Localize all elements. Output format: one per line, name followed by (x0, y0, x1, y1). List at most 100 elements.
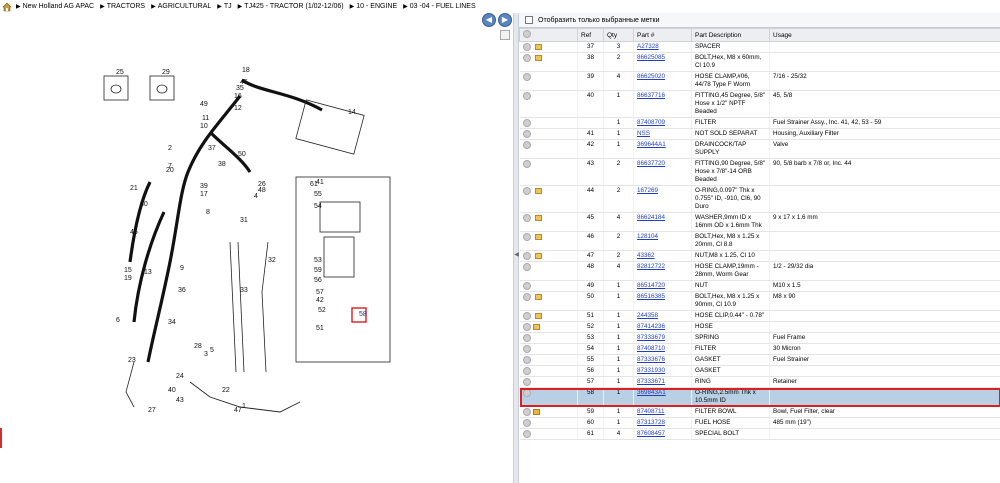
header-ref[interactable]: Ref (577, 28, 604, 42)
breadcrumb-item[interactable]: ▶ TJ425 - TRACTOR (1/02-12/06) (238, 3, 344, 10)
package-icon[interactable]: box (534, 215, 542, 221)
part-number-link[interactable]: NSS (637, 130, 650, 137)
part-number-link[interactable]: 87408709 (637, 119, 665, 126)
package-icon[interactable]: box (534, 313, 542, 319)
part-number-link[interactable]: 87333676 (637, 356, 665, 363)
row-select-icon[interactable]: dot (522, 345, 531, 353)
table-row[interactable]: dotswapbox45486624184 WASHER,9mm ID x 16m… (519, 212, 1000, 232)
table-row[interactable]: dot 57187333671 RINGRetainer (519, 376, 1000, 388)
part-number-link[interactable]: 86516385 (637, 293, 665, 300)
previous-page-button[interactable]: ◀ (482, 13, 496, 27)
row-select-icon[interactable]: dot (522, 73, 531, 81)
part-number-link[interactable]: 244358 (637, 312, 658, 319)
table-row[interactable]: dot 56187331930 GASKET (519, 365, 1000, 377)
part-number-link[interactable]: 87333671 (637, 378, 665, 385)
row-select-icon[interactable]: dot (522, 389, 531, 397)
row-select-icon[interactable]: dot (522, 419, 531, 427)
row-select-icon[interactable]: dot (522, 408, 531, 416)
part-number-link[interactable]: 87414236 (637, 323, 665, 330)
table-row[interactable]: dotfolderarrow59187408711 FILTER BOWLBowl… (519, 406, 1000, 418)
row-select-icon[interactable]: dot (522, 293, 531, 301)
diagram-scroll-thumb[interactable] (500, 30, 510, 40)
part-number-link[interactable]: 86624184 (637, 214, 665, 221)
table-row[interactable]: dotswapbox442167269 O-RING,0.097" Thk x 0… (519, 185, 1000, 213)
part-number-link[interactable]: 369644A1 (637, 141, 666, 148)
settings-icon[interactable] (523, 30, 531, 38)
part-number-link[interactable]: A27328 (637, 43, 659, 50)
table-row[interactable]: dotarrow 187408709 FILTERFuel Strainer Ass… (519, 117, 1000, 129)
table-row[interactable]: dotswapbox462128104 BOLT,Hex, M8 x 1.25 x… (519, 231, 1000, 251)
part-number-link[interactable]: 87408711 (637, 408, 665, 415)
row-select-icon[interactable]: dot (522, 54, 531, 62)
part-number-link[interactable]: 43362 (637, 252, 655, 259)
part-number-link[interactable]: 82812722 (637, 263, 665, 270)
breadcrumb-item[interactable]: ▶ New Holland AG APAC (16, 3, 94, 10)
header-qty[interactable]: Qty (603, 28, 634, 42)
row-select-icon[interactable]: dot (522, 263, 531, 271)
header-part[interactable]: Part # (633, 28, 692, 42)
row-select-icon[interactable]: dot (522, 187, 531, 195)
table-row[interactable]: dot 53187333679 SPRINGFuel Frame (519, 332, 1000, 344)
row-select-icon[interactable]: dot (522, 252, 531, 260)
part-number-link[interactable]: 87331930 (637, 367, 665, 374)
next-page-button[interactable]: ▶ (498, 13, 512, 27)
row-select-icon[interactable]: dot (522, 43, 531, 51)
package-icon[interactable]: box (534, 44, 542, 50)
table-row[interactable]: dot 411NSS NOT SOLD SEPARATHousing, Auxili… (519, 128, 1000, 140)
table-row[interactable]: dotarrow43286637720 FITTING,90 Degree, 5/… (519, 158, 1000, 186)
table-row[interactable]: dot 60187313728 FUEL HOSE485 mm (19") (519, 417, 1000, 429)
table-row[interactable]: dotswaparrow48482812722 HOSE CLAMP,19mm -… (519, 261, 1000, 281)
row-select-icon[interactable]: dot (522, 119, 531, 127)
part-number-link[interactable]: 86637716 (637, 92, 665, 99)
table-row[interactable]: dotswapbox50186516385 BOLT,Hex, M8 x 1.25… (519, 291, 1000, 311)
header-usage[interactable]: Usage (769, 28, 1000, 42)
table-row[interactable]: dotswapbox511244358 HOSE CLIP,0.44" - 0.7… (519, 310, 1000, 322)
row-select-icon[interactable]: dot (522, 282, 531, 290)
home-icon[interactable] (2, 2, 12, 12)
table-row[interactable]: dotbox52187414236HOSE (519, 321, 1000, 333)
table-row[interactable]: dotswapbox38286625085 BOLT,Hex, M8 x 60mm… (519, 52, 1000, 72)
row-select-icon[interactable]: dot (522, 334, 531, 342)
row-select-icon[interactable]: dot (522, 312, 531, 320)
row-select-icon[interactable]: dot (522, 214, 531, 222)
part-number-link[interactable]: 128104 (637, 233, 658, 240)
breadcrumb-item[interactable]: ▶ TRACTORS (100, 3, 145, 10)
table-row[interactable]: dotswap581369843A1 O-RING,2.5mm Thk x 10.… (519, 387, 1000, 407)
package-icon[interactable]: box (534, 188, 542, 194)
row-select-icon[interactable]: dot (522, 367, 531, 375)
row-select-icon[interactable]: dot (522, 356, 531, 364)
row-select-icon[interactable]: dot (522, 323, 531, 331)
package-icon[interactable]: box (532, 324, 540, 330)
row-select-icon[interactable]: dot (522, 141, 531, 149)
part-number-link[interactable]: 87408710 (637, 345, 665, 352)
show-selected-checkbox[interactable] (525, 16, 533, 24)
row-select-icon[interactable]: dot (522, 430, 531, 438)
part-number-link[interactable]: 86625020 (637, 73, 665, 80)
table-row[interactable]: dot 61487608457 SPECIAL BOLT (519, 428, 1000, 440)
part-number-link[interactable]: 369843A1 (637, 389, 666, 396)
row-select-icon[interactable]: dot (522, 130, 531, 138)
part-number-link[interactable]: 87313728 (637, 419, 665, 426)
table-row[interactable]: dotswapbox373A27328 SPACER (519, 41, 1000, 53)
row-select-icon[interactable]: dot (522, 160, 531, 168)
table-row[interactable]: dotarrow54187408710 FILTER30 Micron (519, 343, 1000, 355)
row-select-icon[interactable]: dot (522, 92, 531, 100)
breadcrumb-item[interactable]: ▶ 03 -04 - FUEL LINES (403, 3, 476, 10)
part-number-link[interactable]: 167269 (637, 187, 658, 194)
breadcrumb-item[interactable]: ▶ 10 - ENGINE (350, 3, 397, 10)
package-icon[interactable]: box (534, 55, 542, 61)
row-select-icon[interactable]: dot (522, 233, 531, 241)
folder-icon[interactable]: folder (532, 409, 540, 415)
part-number-link[interactable]: 87333679 (637, 334, 665, 341)
table-row[interactable]: dotarrow40186637716 FITTING,45 Degree, 5/… (519, 90, 1000, 118)
breadcrumb-item[interactable]: ▶ AGRICULTURAL (151, 3, 211, 10)
breadcrumb-item[interactable]: ▶ TJ (217, 3, 231, 10)
package-icon[interactable]: box (534, 234, 542, 240)
part-number-link[interactable]: 86637720 (637, 160, 665, 167)
table-row[interactable]: dotswaparrow49186514720 NUTM10 x 1.5 (519, 280, 1000, 292)
part-number-link[interactable]: 87608457 (637, 430, 665, 437)
table-row[interactable]: dotswap421369644A1 DRAINCOCK/TAP SUPPLYVa… (519, 139, 1000, 159)
table-row[interactable]: dot 55187333676 GASKETFuel Strainer (519, 354, 1000, 366)
table-row[interactable]: dotarrow39486625020 HOSE CLAMP,#06, 44/78… (519, 71, 1000, 91)
part-number-link[interactable]: 86625085 (637, 54, 665, 61)
